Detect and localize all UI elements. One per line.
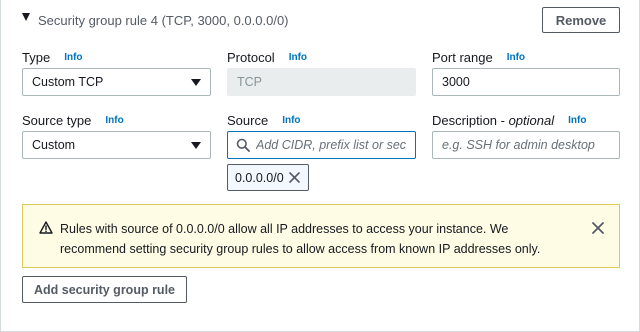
- warning-alert-text: Rules with source of 0.0.0.0/0 allow all…: [60, 222, 541, 256]
- source-type-label: Source type Info: [22, 111, 124, 129]
- protocol-info-link[interactable]: Info: [289, 52, 307, 63]
- caret-down-icon[interactable]: [22, 13, 30, 21]
- type-info-link[interactable]: Info: [64, 52, 82, 63]
- close-icon[interactable]: [592, 222, 604, 234]
- source-token: 0.0.0.0/0: [227, 164, 309, 191]
- source-info-link[interactable]: Info: [282, 115, 300, 126]
- description-label-text: Description -: [432, 112, 509, 128]
- source-placeholder: Add CIDR, prefix list or security: [256, 138, 406, 152]
- description-placeholder: e.g. SSH for admin desktop: [442, 138, 595, 152]
- source-type-select-value: Custom: [32, 138, 76, 152]
- source-type-select[interactable]: Custom: [22, 131, 211, 159]
- source-search-input[interactable]: Add CIDR, prefix list or security: [227, 131, 416, 159]
- port-range-label: Port range Info: [432, 48, 525, 66]
- remove-button[interactable]: Remove: [542, 7, 620, 33]
- search-icon: [236, 138, 250, 152]
- protocol-value: TCP: [237, 75, 262, 89]
- type-label: Type Info: [22, 48, 83, 66]
- dropdown-arrow-icon: [191, 79, 201, 86]
- protocol-field: TCP: [227, 68, 416, 96]
- description-info-link[interactable]: Info: [568, 115, 586, 126]
- source-token-label: 0.0.0.0/0: [235, 170, 284, 185]
- protocol-label-text: Protocol: [227, 49, 275, 65]
- warning-icon: [39, 221, 53, 234]
- port-range-info-link[interactable]: Info: [507, 52, 525, 63]
- security-group-rule-panel: Security group rule 4 (TCP, 3000, 0.0.0.…: [0, 0, 640, 332]
- rule-title: Security group rule 4 (TCP, 3000, 0.0.0.…: [38, 12, 289, 28]
- type-select[interactable]: Custom TCP: [22, 68, 211, 96]
- rule-header-toggle[interactable]: Security group rule 4 (TCP, 3000, 0.0.0.…: [22, 10, 289, 30]
- source-label-text: Source: [227, 112, 269, 128]
- protocol-label: Protocol Info: [227, 48, 307, 66]
- add-security-group-rule-button[interactable]: Add security group rule: [22, 276, 187, 303]
- source-type-label-text: Source type: [22, 112, 92, 128]
- port-range-value: 3000: [442, 75, 470, 89]
- description-label: Description - optional Info: [432, 111, 586, 129]
- dropdown-arrow-icon: [191, 142, 201, 149]
- remove-token-icon[interactable]: [288, 171, 301, 184]
- description-input[interactable]: e.g. SSH for admin desktop: [432, 131, 620, 159]
- port-range-input[interactable]: 3000: [432, 68, 620, 96]
- description-optional-text: optional: [508, 112, 555, 128]
- source-label: Source Info: [227, 111, 301, 129]
- type-label-text: Type: [22, 49, 51, 65]
- port-range-label-text: Port range: [432, 49, 493, 65]
- warning-alert: Rules with source of 0.0.0.0/0 allow all…: [22, 204, 620, 268]
- source-type-info-link[interactable]: Info: [105, 115, 123, 126]
- type-select-value: Custom TCP: [32, 75, 104, 89]
